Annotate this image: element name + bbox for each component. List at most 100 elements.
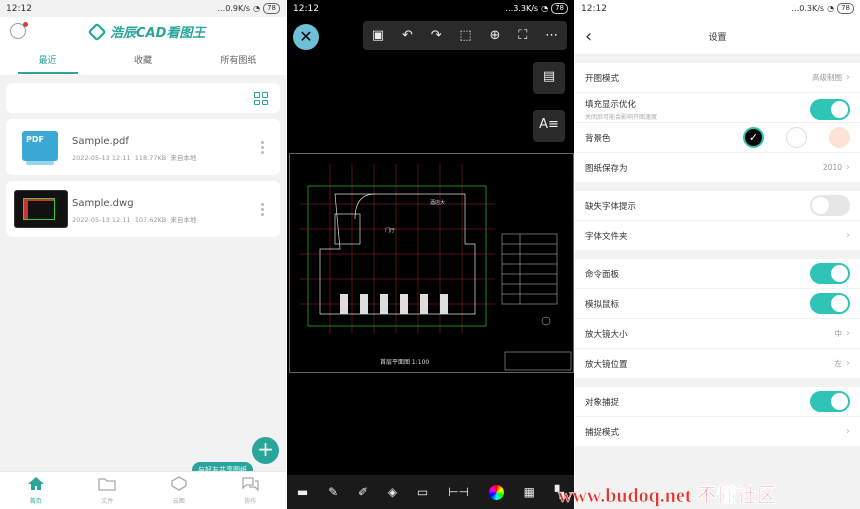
tab-all-drawings[interactable]: 所有图纸	[191, 47, 286, 73]
wifi-icon: ◔	[253, 4, 261, 13]
file-size: 107.62KB	[134, 216, 167, 224]
setting-bg-color: 背景色 ✓	[575, 123, 860, 153]
app-header: 浩辰CAD看图王 最近 收藏 所有图纸	[0, 17, 286, 75]
status-time: 12:12	[6, 3, 32, 14]
status-speed: …0.9K/s	[217, 4, 251, 13]
page-title: 设置	[708, 33, 727, 43]
file-card[interactable]: PDF Sample.pdf 2022-05-13 12:11 118.77KB…	[6, 119, 280, 175]
battery-icon: 78	[551, 3, 568, 14]
setting-save-as[interactable]: 图纸保存为 2010 ›	[575, 153, 860, 183]
file-source: 来自本地	[170, 216, 197, 224]
settings-group: 对象捕捉 捕捉模式 ›	[575, 387, 860, 447]
file-meta: 2022-05-13 12:11 107.62KB 来自本地	[72, 214, 196, 224]
setting-sim-mouse: 模拟鼠标	[575, 289, 860, 319]
setting-command-panel: 命令面板	[575, 259, 860, 289]
bg-white-swatch[interactable]	[786, 127, 807, 148]
file-meta: 2022-05-13 12:11 118.77KB 来自本地	[72, 152, 196, 162]
fullscreen-icon[interactable]: ⛶	[518, 28, 527, 43]
file-name: Sample.dwg	[72, 198, 134, 209]
settings-group: 缺失字体提示 字体文件夹 ›	[575, 191, 860, 251]
home-icon	[27, 477, 44, 490]
grid-view-icon[interactable]	[254, 92, 268, 105]
app-logo: 浩辰CAD看图王	[87, 21, 205, 42]
chat-icon	[242, 477, 259, 492]
chevron-right-icon: ›	[846, 358, 850, 369]
settings-header: ‹ 设置	[575, 17, 860, 55]
more-icon[interactable]	[261, 203, 264, 218]
measure-icon[interactable]: ⊢⊣	[448, 485, 469, 499]
cad-drawing[interactable]: 首层平面图 1:100 门厅 酒店大	[289, 153, 574, 373]
nav-cloud[interactable]: 云图	[143, 472, 215, 509]
setting-missing-font: 缺失字体提示	[575, 191, 860, 221]
setting-object-snap: 对象捕捉	[575, 387, 860, 417]
settings-screen: 12:12 …0.3K/s ◔ 78 ‹ 设置 开图模式 高级制图 › 填充显示优化 关闭…	[575, 0, 860, 509]
chevron-right-icon: ›	[846, 230, 850, 241]
sim-mouse-toggle[interactable]	[810, 293, 850, 314]
status-bar: 12:12 …0.3K/s ◔ 78	[575, 0, 860, 17]
setting-magnifier-size[interactable]: 放大镜大小中 ›	[575, 319, 860, 349]
drawing-title: 首层平面图 1:100	[380, 358, 429, 366]
settings-group: 开图模式 高级制图 › 填充显示优化 关闭后可能会影响开图速度 背景色 ✓ 图纸保存为 2…	[575, 63, 860, 183]
annotate-icon[interactable]: ▬	[297, 485, 308, 499]
file-date: 2022-05-13 12:11	[72, 154, 131, 162]
logo-icon	[87, 21, 107, 42]
setting-open-mode[interactable]: 开图模式 高级制图 ›	[575, 63, 860, 93]
drawing-tools: ▬ ✎ ✐ ◈ ▭ ⊢⊣ ▦ ▚	[287, 475, 574, 509]
bg-peach-swatch[interactable]	[829, 127, 850, 148]
file-name: Sample.pdf	[72, 136, 129, 147]
file-date: 2022-05-13 12:11	[72, 216, 131, 224]
bg-black-swatch[interactable]: ✓	[743, 127, 764, 148]
add-button[interactable]: +	[252, 437, 279, 464]
viewer-toolbar: ▣ ↶ ↷ ⬚ ⊕ ⛶ ⋯	[363, 21, 567, 50]
more-icon[interactable]	[261, 141, 264, 156]
status-speed: …0.3K/s	[791, 4, 825, 13]
cloud-icon	[171, 476, 187, 491]
select-icon[interactable]: ⬚	[459, 28, 471, 43]
wifi-icon: ◔	[541, 4, 549, 13]
comment-icon[interactable]: ▤	[533, 62, 565, 94]
command-panel-toggle[interactable]	[810, 263, 850, 284]
layers-icon[interactable]: ◈	[388, 485, 397, 499]
save-icon[interactable]: ▣	[372, 28, 384, 43]
file-list-screen: 12:12 …0.9K/s ◔ 78 浩辰CAD看图王 最近 收藏 所有图纸 PDF…	[0, 0, 286, 509]
color-wheel-icon[interactable]	[488, 484, 504, 500]
zoom-icon[interactable]: ⊕	[489, 28, 500, 43]
file-source: 来自本地	[170, 154, 197, 162]
avatar[interactable]	[10, 22, 28, 39]
pdf-file-icon: PDF	[22, 131, 58, 165]
missing-font-toggle[interactable]	[810, 195, 850, 216]
battery-icon: 78	[837, 3, 854, 14]
setting-magnifier-position[interactable]: 放大镜位置左 ›	[575, 349, 860, 379]
tab-favorites[interactable]: 收藏	[95, 47, 190, 73]
fill-optimize-toggle[interactable]	[810, 99, 850, 120]
nav-home[interactable]: 首页	[0, 472, 72, 509]
pen-icon[interactable]: ✎	[328, 485, 338, 499]
drawing-viewer-screen: 12:12 …3.3K/s◔78 ✕ ▣ ↶ ↷ ⬚ ⊕ ⛶ ⋯ ▤ A≡	[287, 0, 574, 509]
wifi-icon: ◔	[827, 4, 835, 13]
search-bar[interactable]	[6, 83, 280, 113]
file-size: 118.77KB	[134, 154, 167, 162]
object-snap-toggle[interactable]	[810, 391, 850, 412]
status-time: 12:12	[293, 3, 319, 14]
status-speed: …3.3K/s	[505, 4, 539, 13]
nav-files[interactable]: 文件	[72, 472, 144, 509]
chevron-right-icon: ›	[846, 162, 850, 173]
undo-icon[interactable]: ↶	[402, 28, 413, 43]
edit-icon[interactable]: ✐	[358, 485, 368, 499]
settings-group: 命令面板 模拟鼠标 放大镜大小中 › 放大镜位置左 ›	[575, 259, 860, 379]
text-style-icon[interactable]: A≡	[533, 110, 565, 142]
nav-collab[interactable]: 协作	[215, 472, 287, 509]
ruler-icon[interactable]: ▭	[417, 485, 428, 499]
more-icon[interactable]: ⋯	[545, 28, 558, 43]
floor-plan: 首层平面图 1:100 门厅 酒店大	[300, 164, 572, 371]
tab-recent[interactable]: 最近	[0, 47, 95, 73]
close-button[interactable]: ✕	[293, 24, 319, 50]
toolbox-icon[interactable]: ▦	[524, 485, 535, 499]
file-card[interactable]: Sample.dwg 2022-05-13 12:11 107.62KB 来自本…	[6, 181, 280, 237]
room-label: 门厅	[385, 227, 395, 234]
setting-font-folder[interactable]: 字体文件夹 ›	[575, 221, 860, 251]
folder-icon	[98, 478, 116, 491]
bottom-nav: 首页 文件 云图 协作	[0, 471, 286, 509]
setting-snap-mode[interactable]: 捕捉模式 ›	[575, 417, 860, 447]
redo-icon[interactable]: ↷	[431, 28, 442, 43]
